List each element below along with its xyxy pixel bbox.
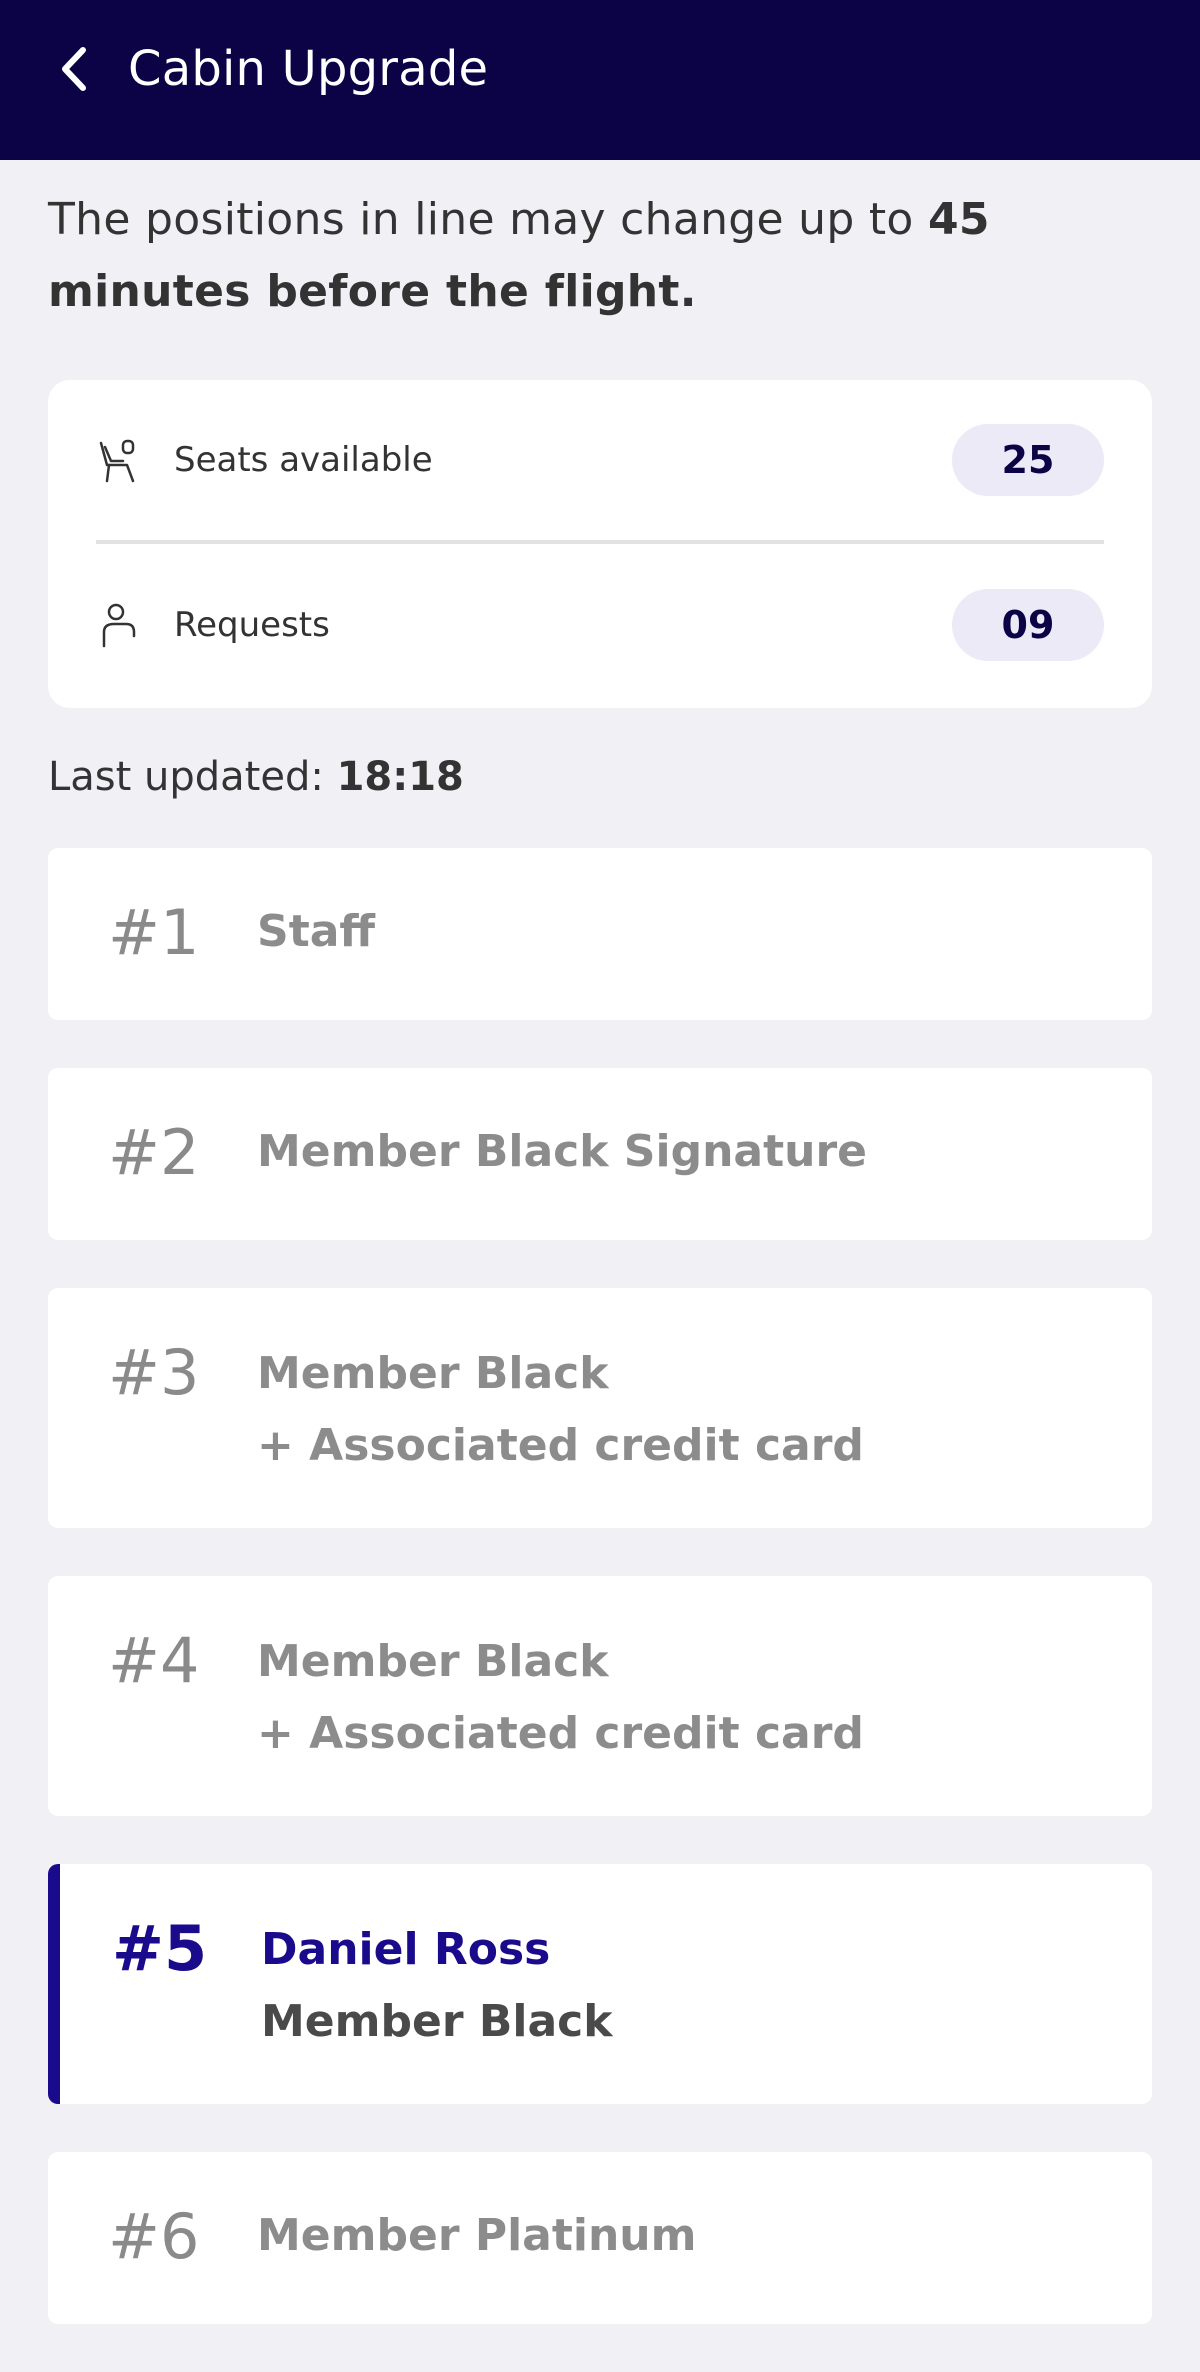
queue-label: Member Black Signature (257, 1116, 867, 1188)
seats-available-label: Seats available (174, 440, 433, 480)
last-updated: Last updated: 18:18 (48, 754, 1152, 800)
back-button[interactable] (50, 37, 98, 101)
requests-count: 09 (952, 589, 1104, 661)
info-text-prefix: The positions in line may change up to (48, 194, 928, 245)
main-content: The positions in line may change up to 4… (48, 160, 1152, 2372)
seats-available-row: Seats available 25 (96, 380, 1104, 544)
requests-label: Requests (174, 605, 330, 645)
queue-item: #1 Staff (48, 848, 1152, 1020)
queue-line-1: Member Platinum (257, 2210, 697, 2261)
passenger-tier: Member Black (261, 1996, 613, 2047)
last-updated-time: 18:18 (336, 754, 464, 800)
queue-label: Daniel Ross Member Black (261, 1914, 612, 2058)
queue-line-1: Staff (257, 906, 376, 957)
queue-label: Member Platinum (257, 2200, 696, 2272)
queue-position: #2 (108, 1116, 200, 1189)
queue-item: #6 Member Platinum (48, 2152, 1152, 2324)
current-position-indicator (48, 1864, 60, 2104)
queue-label: Staff (257, 896, 375, 968)
queue-line-2: + Associated credit card (257, 1708, 864, 1759)
chevron-left-icon (62, 47, 86, 91)
page-title: Cabin Upgrade (128, 41, 489, 97)
queue-line-1: Member Black Signature (257, 1126, 867, 1177)
queue-label: Member Black + Associated credit card (257, 1626, 864, 1770)
queue-position: #3 (108, 1336, 200, 1409)
queue-position: #5 (112, 1912, 208, 1985)
seats-available-count: 25 (952, 424, 1104, 496)
requests-row: Requests 09 (96, 544, 1104, 706)
seat-icon (96, 436, 140, 484)
queue-item-current-user: #5 Daniel Ross Member Black (48, 1864, 1152, 2104)
last-updated-label: Last updated: (48, 754, 337, 800)
queue-position: #4 (108, 1624, 200, 1697)
queue-line-1: Member Black (257, 1636, 609, 1687)
app-bar: Cabin Upgrade (0, 0, 1200, 160)
passenger-name: Daniel Ross (261, 1924, 551, 1975)
queue-line-2: + Associated credit card (257, 1420, 864, 1471)
queue-position: #6 (108, 2200, 200, 2273)
queue-line-1: Member Black (257, 1348, 609, 1399)
queue-position: #1 (108, 896, 200, 969)
info-notice: The positions in line may change up to 4… (48, 184, 1152, 328)
queue-label: Member Black + Associated credit card (257, 1338, 864, 1482)
stats-card: Seats available 25 Requests 09 (48, 380, 1152, 708)
upgrade-queue: #1 Staff #2 Member Black Signature #3 Me… (48, 848, 1152, 2324)
person-icon (96, 601, 140, 649)
queue-item: #3 Member Black + Associated credit card (48, 1288, 1152, 1528)
queue-item: #2 Member Black Signature (48, 1068, 1152, 1240)
queue-item: #4 Member Black + Associated credit card (48, 1576, 1152, 1816)
